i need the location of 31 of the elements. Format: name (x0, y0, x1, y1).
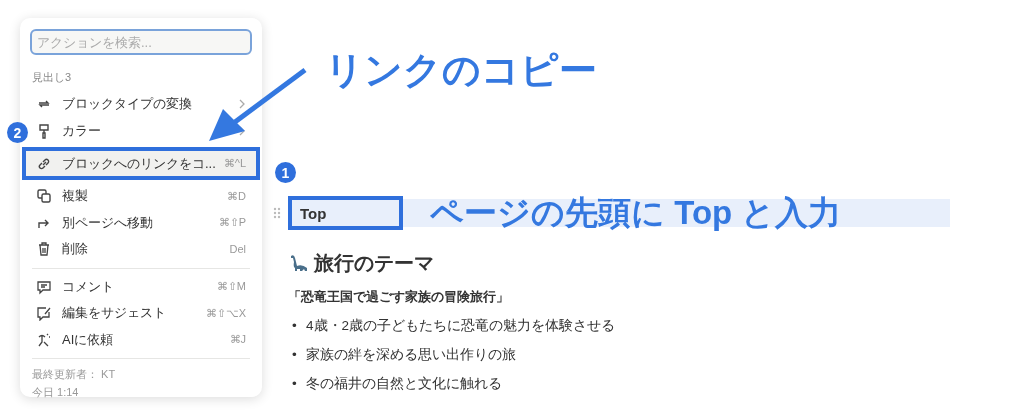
callout-text: リンクのコピー (325, 48, 597, 93)
search-field[interactable]: アクションを検索... (30, 29, 252, 55)
comment-icon (36, 278, 52, 295)
menu-item[interactable]: 複製 ⌘D (30, 183, 252, 210)
bullet-marker: • (292, 316, 298, 335)
menu-item[interactable]: AIに依頼 ⌘J (30, 326, 252, 353)
dinosaur-icon (288, 252, 310, 274)
duplicate-icon (36, 188, 52, 205)
menu-item[interactable]: ブロックタイプの変換 (30, 91, 252, 118)
block-text: Top (288, 196, 403, 230)
footer-text: 今日 1:14 (32, 386, 79, 398)
section-heading: 旅行のテーマ (314, 250, 434, 276)
bullet-marker: • (292, 374, 298, 393)
edit-comment-icon (36, 305, 52, 322)
menu-item[interactable]: コメント ⌘⇧M (30, 273, 252, 300)
footer-text: 最終更新者： KT (32, 368, 116, 380)
chevron-right-icon (238, 98, 246, 111)
menu-item[interactable]: 編集をサジェスト ⌘⇧⌥X (30, 300, 252, 327)
step-badge: 1 (275, 162, 296, 183)
ai-icon (36, 331, 52, 348)
menu-item[interactable]: 別ページへ移動 ⌘⇧P (30, 209, 252, 236)
bullet-item: 家族の絆を深める思い出作りの旅 (306, 345, 516, 364)
bullet-item: 冬の福井の自然と文化に触れる (306, 374, 502, 393)
subtitle-text: 「恐竜王国で過ごす家族の冒険旅行」 (288, 288, 510, 306)
bullet-marker: • (292, 345, 298, 364)
section-label: 見出し3 (32, 70, 73, 85)
menu-item[interactable]: 削除 Del (30, 236, 252, 263)
menu-item[interactable]: ブロックへのリンクをコ... ⌘^L (22, 147, 260, 180)
paint-roller-icon (36, 122, 52, 139)
bullet-item: 4歳・2歳の子どもたちに恐竜の魅力を体験させる (306, 316, 616, 335)
trash-icon (36, 241, 52, 258)
